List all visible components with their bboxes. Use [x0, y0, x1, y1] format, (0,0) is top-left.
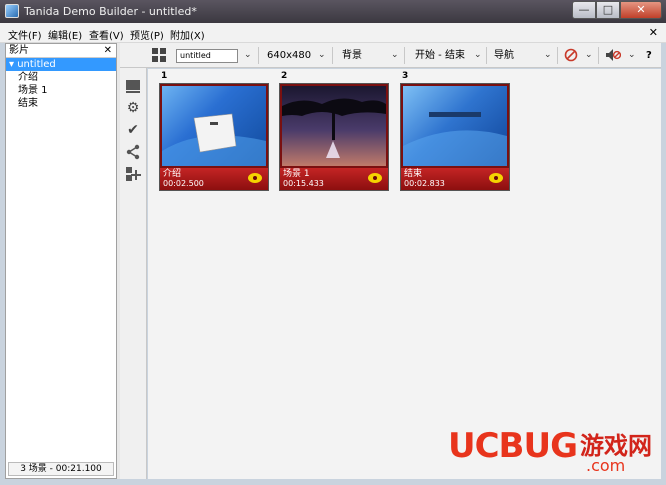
slides-area: 1 介绍 00:02.500 2 场景 1 00:15.433 3 结束 00:…	[148, 69, 661, 479]
eye-icon[interactable]	[489, 173, 503, 183]
toolbar-separator	[332, 47, 333, 64]
toolbar-separator	[598, 47, 599, 64]
maximize-button[interactable]: □	[596, 1, 620, 19]
slide-number: 1	[161, 71, 168, 81]
start-end-dropdown[interactable]: 开始 - 结束	[415, 49, 465, 62]
chevron-down-icon[interactable]: ⌄	[391, 49, 399, 62]
slide-thumbnail	[162, 86, 266, 166]
menu-extra[interactable]: 附加(X)	[170, 27, 205, 42]
slide-info-bar: 介绍 00:02.500	[160, 168, 268, 190]
close-button[interactable]: ✕	[620, 1, 662, 19]
movie-panel: 影片 ✕ ▾ untitled 介绍 场景 1 结束 3 场景 - 00:21.…	[5, 43, 117, 479]
slide-info-bar: 结束 00:02.833	[401, 168, 509, 190]
slide-thumbnail	[282, 86, 386, 166]
menu-file[interactable]: 文件(F)	[8, 27, 42, 42]
chevron-down-icon[interactable]: ⌄	[318, 49, 326, 62]
no-audio-icon[interactable]	[564, 48, 578, 66]
eye-icon[interactable]	[368, 173, 382, 183]
chevron-down-icon[interactable]: ⌄	[244, 49, 252, 62]
chevron-down-icon[interactable]: ⌄	[585, 49, 593, 62]
slide-frame: 场景 1 00:15.433	[279, 83, 389, 191]
add-slide-icon[interactable]	[125, 166, 141, 182]
toolbar-separator	[486, 47, 487, 64]
check-icon[interactable]: ✔	[125, 122, 141, 138]
gear-icon[interactable]: ⚙	[125, 100, 141, 116]
movie-panel-title: 影片	[9, 45, 29, 56]
slide-card[interactable]: 2 场景 1 00:15.433	[279, 71, 389, 191]
watermark-logo: UCBUG	[448, 426, 578, 466]
movie-panel-header: 影片 ✕	[6, 44, 116, 58]
menu-close-icon[interactable]: ✕	[649, 26, 658, 39]
slide-name: 介绍	[163, 169, 182, 179]
tree-item-scene1[interactable]: 场景 1	[6, 84, 116, 97]
slide-card[interactable]: 1 介绍 00:02.500	[159, 71, 269, 191]
slide-name: 结束	[404, 169, 423, 179]
layout-icon[interactable]	[125, 78, 141, 94]
mute-icon[interactable]	[605, 48, 622, 66]
eye-icon[interactable]	[248, 173, 262, 183]
slide-thumbnail	[403, 86, 507, 166]
chevron-down-icon[interactable]: ⌄	[628, 49, 636, 62]
minimize-button[interactable]: —	[572, 1, 596, 19]
window-title: Tanida Demo Builder - untitled*	[24, 5, 197, 18]
toolbar-separator	[404, 47, 405, 64]
title-bar: Tanida Demo Builder - untitled* — □ ✕	[0, 0, 666, 23]
share-icon[interactable]	[125, 144, 141, 160]
navigation-dropdown[interactable]: 导航	[494, 49, 514, 62]
tree-root-untitled[interactable]: ▾ untitled	[6, 58, 116, 71]
tree-item-end[interactable]: 结束	[6, 97, 116, 110]
slide-duration: 00:02.833	[404, 179, 445, 188]
panel-close-icon[interactable]: ✕	[104, 44, 112, 57]
slide-number: 3	[402, 71, 409, 81]
slide-duration: 00:15.433	[283, 179, 324, 188]
menu-view[interactable]: 查看(V)	[89, 27, 124, 42]
slide-info-bar: 场景 1 00:15.433	[280, 168, 388, 190]
slide-duration: 00:02.500	[163, 179, 204, 188]
app-icon	[5, 4, 19, 18]
toolbar: untitled ⌄ 640x480 ⌄ 背景 ⌄ 开始 - 结束 ⌄ 导航 ⌄…	[120, 43, 661, 68]
slide-card[interactable]: 3 结束 00:02.833	[400, 71, 510, 191]
toolbar-separator	[557, 47, 558, 64]
help-button[interactable]: ?	[646, 49, 652, 62]
project-name-field[interactable]: untitled	[176, 49, 238, 63]
menu-edit[interactable]: 编辑(E)	[48, 27, 82, 42]
slide-frame: 结束 00:02.833	[400, 83, 510, 191]
chevron-down-icon[interactable]: ⌄	[474, 49, 482, 62]
background-dropdown[interactable]: 背景	[342, 49, 362, 62]
movie-status: 3 场景 - 00:21.100	[8, 462, 114, 476]
chevron-down-icon[interactable]: ⌄	[544, 49, 552, 62]
side-toolbar: ⚙ ✔	[120, 68, 147, 479]
menu-bar: 文件(F) 编辑(E) 查看(V) 预览(P) 附加(X) ✕	[0, 23, 666, 43]
toolbar-separator	[258, 47, 259, 64]
slide-name: 场景 1	[283, 169, 310, 179]
slide-number: 2	[281, 71, 288, 81]
watermark: UCBUG 游戏网 .com	[448, 427, 660, 477]
resolution-dropdown[interactable]: 640x480	[267, 49, 311, 62]
slide-frame: 介绍 00:02.500	[159, 83, 269, 191]
watermark-domain: .com	[586, 456, 626, 475]
menu-preview[interactable]: 预览(P)	[130, 27, 164, 42]
grid-view-icon[interactable]	[152, 48, 166, 66]
tree-item-intro[interactable]: 介绍	[6, 71, 116, 84]
